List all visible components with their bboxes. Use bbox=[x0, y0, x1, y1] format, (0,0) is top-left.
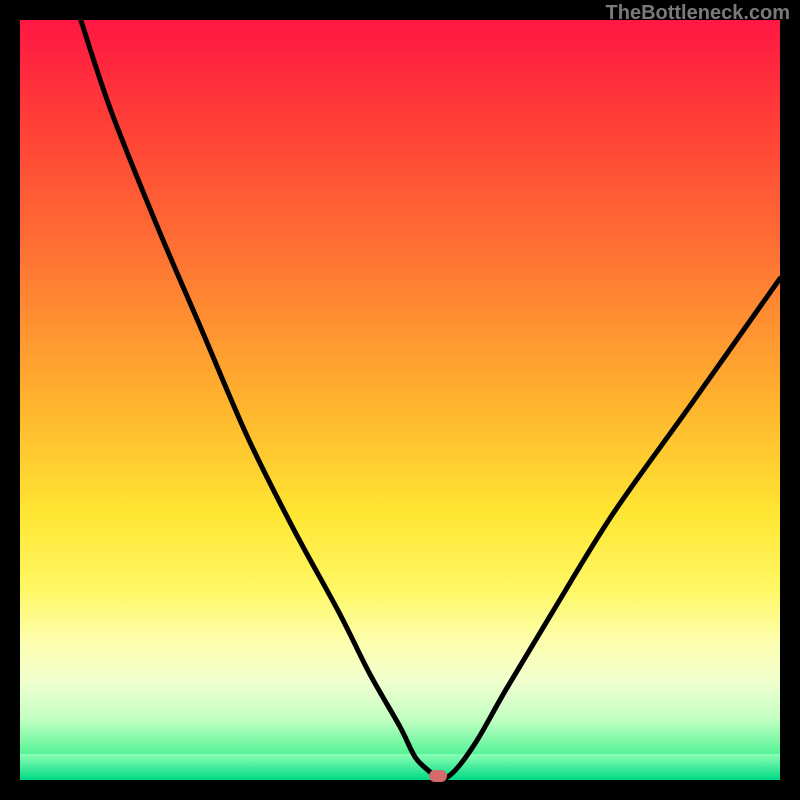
bottleneck-curve bbox=[20, 20, 780, 780]
optimal-zone-band bbox=[20, 754, 780, 780]
plot-area bbox=[20, 20, 780, 780]
optimum-marker bbox=[429, 770, 447, 782]
chart-stage: TheBottleneck.com bbox=[0, 0, 800, 800]
